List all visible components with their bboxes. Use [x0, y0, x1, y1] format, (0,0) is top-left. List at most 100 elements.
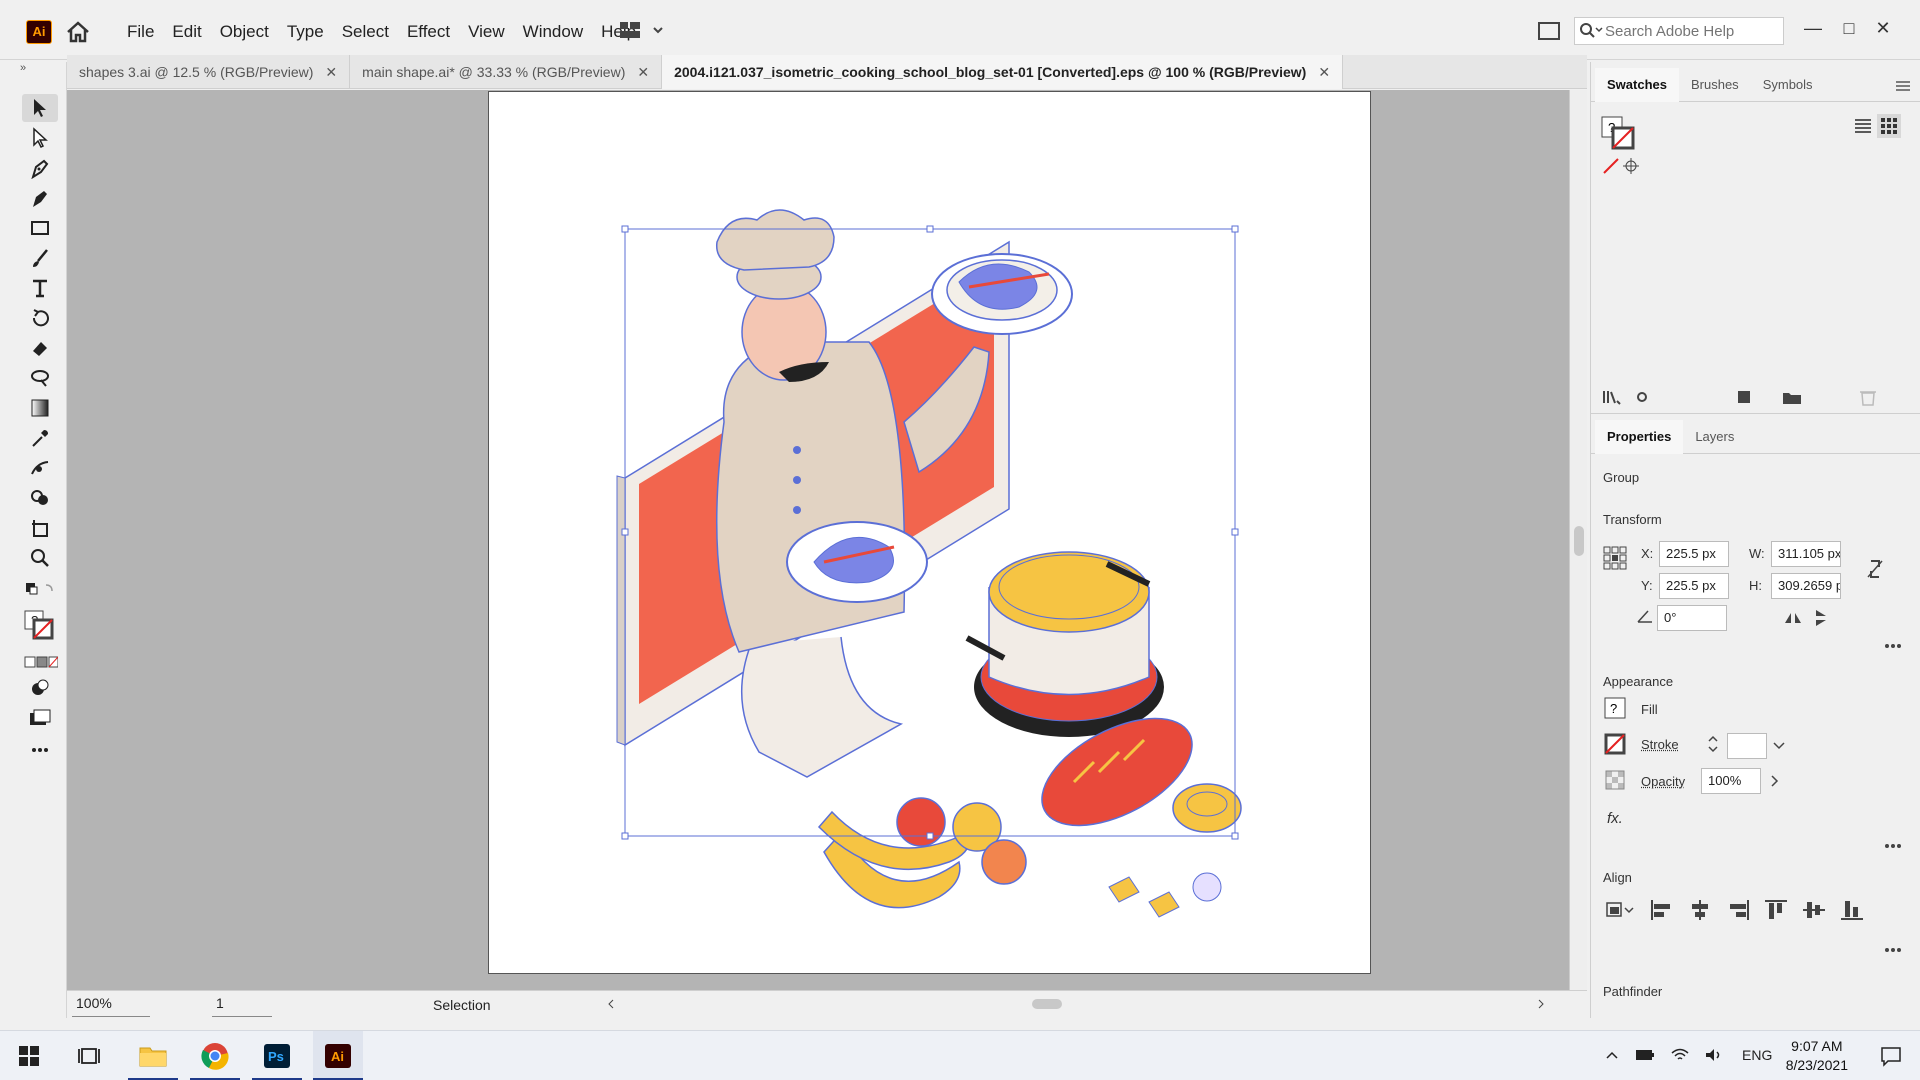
document-tab[interactable]: shapes 3.ai @ 12.5 % (RGB/Preview) ✕ — [67, 55, 351, 89]
more-tools-icon[interactable] — [22, 736, 58, 764]
clock[interactable]: 9:07 AM 8/23/2021 — [1786, 1037, 1848, 1075]
collapse-icon[interactable]: » — [20, 62, 26, 74]
volume-icon[interactable] — [1704, 1047, 1724, 1063]
close-tab-icon[interactable]: ✕ — [325, 64, 337, 81]
x-position-field[interactable]: 225.5 px — [1659, 541, 1729, 567]
menu-object[interactable]: Object — [211, 18, 278, 46]
opacity-field[interactable]: 100% — [1701, 768, 1761, 794]
selection-tool-icon[interactable] — [22, 94, 58, 122]
minimize-button[interactable]: — — [1798, 14, 1828, 44]
vertical-scrollbar[interactable] — [1569, 90, 1587, 990]
close-tab-icon[interactable]: ✕ — [1318, 64, 1330, 81]
chevron-up-icon[interactable] — [1604, 1047, 1620, 1063]
pen-tool-icon[interactable] — [22, 154, 58, 182]
reference-point-icon[interactable] — [1601, 544, 1629, 572]
y-position-field[interactable]: 225.5 px — [1659, 573, 1729, 599]
document-tab[interactable]: main shape.ai* @ 33.33 % (RGB/Preview) ✕ — [350, 55, 663, 89]
flip-vertical-icon[interactable] — [1809, 606, 1833, 630]
language-indicator[interactable]: ENG — [1742, 1047, 1772, 1063]
stroke-swatch-icon[interactable] — [1603, 732, 1627, 756]
tab-properties[interactable]: Properties — [1595, 419, 1684, 454]
menu-type[interactable]: Type — [278, 18, 333, 46]
zoom-level-field[interactable]: 100% — [72, 995, 150, 1017]
lasso-tool-icon[interactable] — [22, 364, 58, 392]
align-right-icon[interactable] — [1725, 898, 1751, 922]
screen-mode-icon[interactable] — [22, 704, 58, 732]
flip-horizontal-icon[interactable] — [1781, 606, 1805, 630]
align-top-icon[interactable] — [1763, 898, 1789, 922]
artboard[interactable] — [488, 91, 1371, 974]
chevron-down-icon[interactable] — [1767, 734, 1791, 758]
grid-view-icon[interactable] — [1877, 114, 1901, 138]
stroke-weight-stepper[interactable] — [1701, 732, 1725, 756]
more-appearance-options-icon[interactable] — [1881, 834, 1905, 858]
windows-start-icon[interactable] — [4, 1031, 54, 1080]
opacity-label[interactable]: Opacity — [1641, 774, 1685, 789]
task-view-icon[interactable] — [64, 1031, 114, 1080]
home-icon[interactable] — [64, 18, 92, 46]
rotate-tool-icon[interactable] — [22, 304, 58, 332]
puppet-warp-tool-icon[interactable] — [22, 454, 58, 482]
swatch-library-icon[interactable] — [1601, 388, 1623, 406]
align-to-icon[interactable] — [1605, 898, 1637, 922]
type-tool-icon[interactable] — [22, 274, 58, 302]
horizontal-scrollbar[interactable] — [607, 997, 1547, 1011]
panel-toggle-icon[interactable] — [1538, 22, 1560, 40]
fill-swatch-icon[interactable]: ? — [1603, 696, 1627, 720]
artboard-number-field[interactable]: 1 — [212, 995, 272, 1017]
align-horizontal-center-icon[interactable] — [1687, 898, 1713, 922]
align-vertical-center-icon[interactable] — [1801, 898, 1827, 922]
fx-button[interactable]: fx. — [1607, 810, 1623, 827]
rectangle-tool-icon[interactable] — [22, 214, 58, 242]
illustrator-taskbar-icon[interactable]: Ai — [313, 1031, 363, 1080]
file-explorer-icon[interactable] — [128, 1031, 178, 1080]
eyedropper-tool-icon[interactable] — [22, 424, 58, 452]
direct-selection-tool-icon[interactable] — [22, 124, 58, 152]
stroke-label[interactable]: Stroke — [1641, 737, 1679, 752]
width-field[interactable]: 311.105 px — [1771, 541, 1841, 567]
curvature-tool-icon[interactable] — [22, 184, 58, 212]
more-transform-options-icon[interactable] — [1881, 634, 1905, 658]
align-bottom-icon[interactable] — [1839, 898, 1865, 922]
color-mode-icon[interactable] — [22, 648, 58, 676]
panel-menu-icon[interactable] — [1891, 74, 1915, 98]
list-view-icon[interactable] — [1851, 114, 1875, 138]
notifications-icon[interactable] — [1866, 1031, 1916, 1080]
chevron-right-icon[interactable] — [1763, 769, 1787, 793]
paintbrush-tool-icon[interactable] — [22, 244, 58, 272]
document-tab-active[interactable]: 2004.i121.037_isometric_cooking_school_b… — [662, 55, 1344, 89]
close-tab-icon[interactable]: ✕ — [637, 64, 649, 81]
rotate-angle-field[interactable]: 0° — [1657, 605, 1727, 631]
battery-icon[interactable] — [1634, 1047, 1656, 1063]
menu-effect[interactable]: Effect — [398, 18, 459, 46]
gradient-tool-icon[interactable] — [22, 394, 58, 422]
close-button[interactable]: ✕ — [1868, 14, 1898, 44]
tab-symbols[interactable]: Symbols — [1751, 68, 1825, 102]
search-input[interactable] — [1605, 22, 1780, 40]
new-color-group-icon[interactable] — [1781, 388, 1803, 406]
more-align-options-icon[interactable] — [1881, 938, 1905, 962]
menu-edit[interactable]: Edit — [163, 18, 210, 46]
stroke-weight-field[interactable] — [1727, 733, 1767, 759]
add-swatch-icon[interactable] — [1735, 388, 1757, 406]
eraser-tool-icon[interactable] — [22, 334, 58, 362]
help-search[interactable] — [1574, 17, 1784, 45]
canvas-area[interactable] — [67, 90, 1569, 990]
shape-builder-tool-icon[interactable] — [22, 484, 58, 512]
swatch-options-icon[interactable] — [1633, 388, 1655, 406]
tab-swatches[interactable]: Swatches — [1595, 67, 1679, 102]
menu-view[interactable]: View — [459, 18, 514, 46]
drawing-mode-icon[interactable] — [22, 674, 58, 702]
photoshop-icon[interactable]: Ps — [252, 1031, 302, 1080]
scrollbar-thumb[interactable] — [1574, 526, 1584, 556]
workspace-switcher[interactable] — [618, 19, 666, 43]
menu-file[interactable]: File — [118, 18, 163, 46]
tab-layers[interactable]: Layers — [1683, 420, 1746, 454]
chrome-icon[interactable] — [190, 1031, 240, 1080]
wifi-icon[interactable] — [1670, 1047, 1690, 1063]
registration-swatch-icon[interactable] — [1619, 154, 1643, 178]
height-field[interactable]: 309.2659 px — [1771, 573, 1841, 599]
tab-brushes[interactable]: Brushes — [1679, 68, 1751, 102]
maximize-button[interactable]: □ — [1834, 14, 1864, 44]
swap-fill-stroke-icon[interactable] — [22, 574, 58, 602]
